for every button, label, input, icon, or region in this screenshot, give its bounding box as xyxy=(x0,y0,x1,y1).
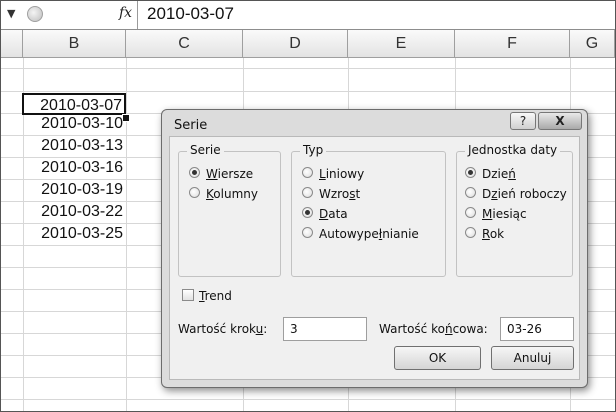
jednostka-legend: Jednostka daty xyxy=(465,143,561,157)
column-header-d[interactable]: D xyxy=(243,30,348,58)
step-value-input[interactable]: 3 xyxy=(283,317,367,341)
radio-label: Autowypełnianie xyxy=(319,227,419,241)
column-header-g[interactable]: G xyxy=(570,30,615,58)
radio-label: Dzień xyxy=(482,167,516,181)
radio-selected-icon[interactable] xyxy=(465,167,476,178)
checkbox-label: Trend xyxy=(199,289,232,303)
spreadsheet-window: ▼ fx 2010-03-07 B C D E F G 2010-03-07 2… xyxy=(0,0,616,412)
series-dialog: Serie ? X Serie Wiersze Kolumny Typ Lini… xyxy=(161,109,588,388)
checkbox-icon[interactable] xyxy=(182,289,194,301)
dialog-title: Serie xyxy=(174,118,208,133)
radio-icon[interactable] xyxy=(465,207,476,218)
cell-b[interactable]: 2010-03-13 xyxy=(23,135,125,157)
radio-label: Rok xyxy=(482,227,505,241)
close-button[interactable]: X xyxy=(538,112,582,130)
cell-b[interactable]: 2010-03-19 xyxy=(23,179,125,201)
radio-icon[interactable] xyxy=(302,187,313,198)
radio-selected-icon[interactable] xyxy=(302,207,313,218)
serie-group: Serie Wiersze Kolumny xyxy=(178,143,281,277)
insert-function-icon[interactable]: fx xyxy=(119,5,132,21)
radio-icon[interactable] xyxy=(302,167,313,178)
radio-icon[interactable] xyxy=(465,187,476,198)
cell-b[interactable]: 2010-03-22 xyxy=(23,201,125,223)
jednostka-group: Jednostka daty Dzień Dzień roboczy Miesi… xyxy=(456,143,573,277)
radio-label: Miesiąc xyxy=(482,207,527,221)
step-value-label: Wartość kroku: xyxy=(178,322,268,336)
radio-label: Wzrost xyxy=(319,187,361,201)
formula-bar: ▼ fx 2010-03-07 xyxy=(1,1,615,30)
stop-value-label: Wartość końcowa: xyxy=(379,322,488,336)
cell-b[interactable]: 2010-03-16 xyxy=(23,157,125,179)
ok-button[interactable]: OK xyxy=(394,346,481,370)
radio-icon[interactable] xyxy=(189,187,200,198)
radio-icon[interactable] xyxy=(302,227,313,238)
formula-bar-divider xyxy=(137,1,138,29)
column-header-e[interactable]: E xyxy=(348,30,455,58)
radio-label: Wiersze xyxy=(206,167,254,181)
select-all-corner[interactable] xyxy=(1,30,23,58)
namebox-dropdown-icon[interactable]: ▼ xyxy=(7,7,15,20)
column-header-c[interactable]: C xyxy=(126,30,243,58)
help-button[interactable]: ? xyxy=(510,112,536,130)
cell-b[interactable]: 2010-03-10 xyxy=(23,113,125,135)
radio-label: Kolumny xyxy=(206,187,258,201)
formula-bar-grip[interactable] xyxy=(27,6,43,22)
cancel-button[interactable]: Anuluj xyxy=(491,346,574,370)
radio-label: Data xyxy=(319,207,348,221)
radio-label: Dzień roboczy xyxy=(482,187,567,201)
column-header-f[interactable]: F xyxy=(455,30,570,58)
cell-b[interactable]: 2010-03-25 xyxy=(23,223,125,245)
column-header-b[interactable]: B xyxy=(23,30,126,58)
formula-input[interactable]: 2010-03-07 xyxy=(147,4,234,24)
dialog-body: Serie Wiersze Kolumny Typ Liniowy Wzrost… xyxy=(169,136,580,380)
serie-legend: Serie xyxy=(187,143,224,157)
typ-group: Typ Liniowy Wzrost Data Autowypełnianie xyxy=(291,143,446,277)
radio-icon[interactable] xyxy=(465,227,476,238)
typ-legend: Typ xyxy=(300,143,327,157)
stop-value-input[interactable]: 03-26 xyxy=(500,317,574,341)
radio-label: Liniowy xyxy=(319,167,365,181)
cell-b-active[interactable]: 2010-03-07 xyxy=(22,93,126,115)
radio-selected-icon[interactable] xyxy=(189,167,200,178)
